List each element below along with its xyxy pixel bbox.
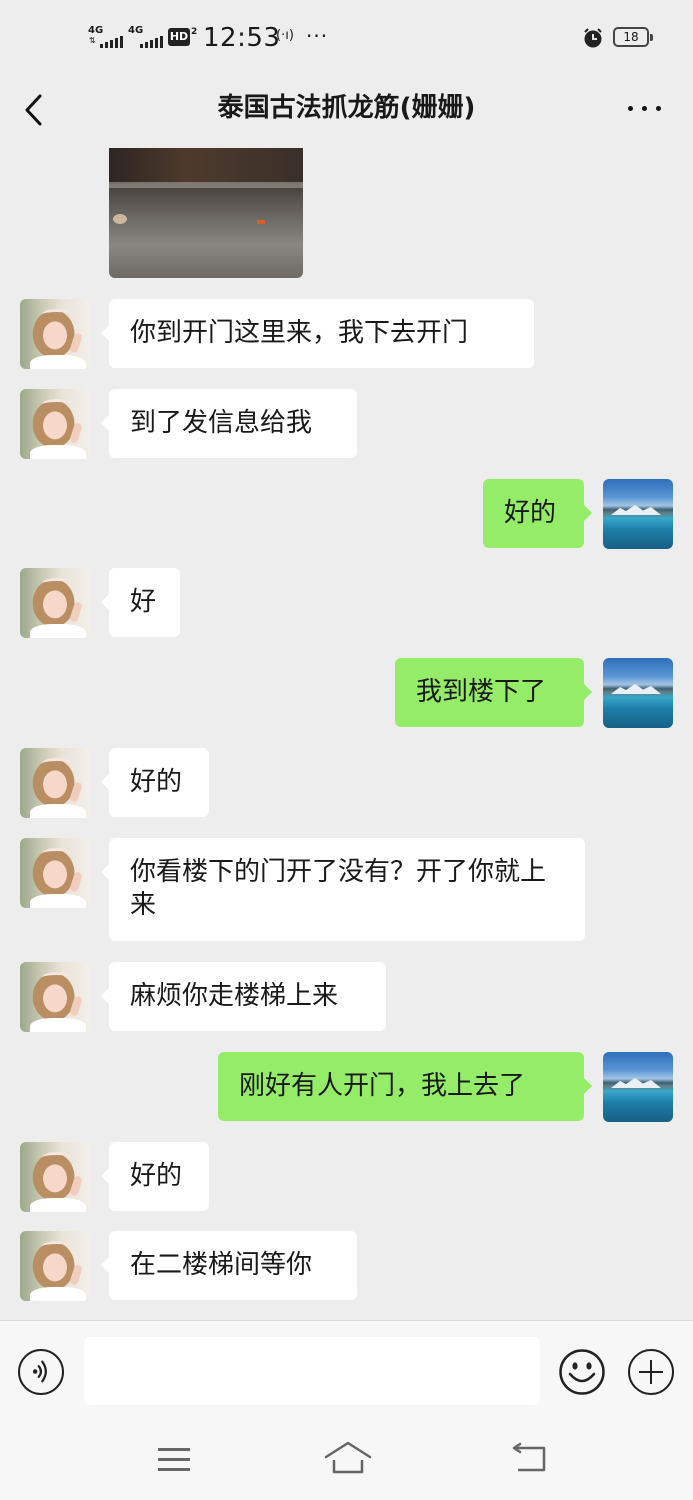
status-time: 12:53 bbox=[203, 23, 281, 53]
incoming-message-bubble[interactable]: 你看楼下的门开了没有？开了你就上来 bbox=[101, 838, 585, 941]
hd-voice-sub: 2 bbox=[191, 27, 198, 37]
wifi-hotspot-icon: (·ı) bbox=[276, 28, 294, 43]
system-nav-bar bbox=[0, 1420, 693, 1500]
message-text-input[interactable] bbox=[84, 1337, 540, 1405]
sim1-network-label: 4G bbox=[88, 25, 104, 36]
contact-avatar[interactable] bbox=[20, 299, 90, 369]
chat-header: 泰国古法抓龙筋(姗姗) bbox=[0, 76, 693, 148]
outgoing-message-bubble[interactable]: 刚好有人开门，我上去了 bbox=[218, 1052, 592, 1121]
sim2-network-label: 4G bbox=[128, 25, 144, 36]
incoming-message-bubble[interactable]: 好的 bbox=[101, 748, 209, 817]
contact-avatar[interactable] bbox=[20, 748, 90, 818]
my-avatar[interactable] bbox=[603, 658, 673, 728]
emoji-icon[interactable] bbox=[558, 1348, 606, 1396]
battery-icon: 18 bbox=[613, 27, 653, 47]
hd-voice-icon: HD bbox=[168, 28, 190, 46]
my-avatar[interactable] bbox=[603, 479, 673, 549]
contact-avatar[interactable] bbox=[20, 962, 90, 1032]
home-icon[interactable] bbox=[322, 1438, 374, 1478]
contact-avatar[interactable] bbox=[20, 838, 90, 908]
photo-message[interactable] bbox=[109, 148, 303, 278]
incoming-message-bubble[interactable]: 好的 bbox=[101, 1142, 209, 1211]
my-avatar[interactable] bbox=[603, 1052, 673, 1122]
more-options-icon[interactable] bbox=[622, 92, 666, 124]
incoming-message-bubble[interactable]: 你到开门这里来，我下去开门 bbox=[101, 299, 534, 368]
status-bar: 4G ⇅ 4G HD 2 12:53 (·ı) ··· 18 bbox=[0, 0, 693, 76]
message-list[interactable]: 你到开门这里来，我下去开门 到了发信息给我 好的 好 我到楼下了 好的 你看楼下… bbox=[0, 148, 693, 1320]
back-icon[interactable] bbox=[508, 1442, 550, 1476]
voice-input-icon[interactable] bbox=[18, 1349, 64, 1395]
menu-icon[interactable] bbox=[156, 1444, 192, 1474]
contact-avatar[interactable] bbox=[20, 1142, 90, 1212]
status-more-icon: ··· bbox=[306, 24, 329, 48]
contact-avatar[interactable] bbox=[20, 389, 90, 459]
incoming-message-bubble[interactable]: 到了发信息给我 bbox=[101, 389, 357, 458]
contact-avatar[interactable] bbox=[20, 568, 90, 638]
incoming-message-bubble[interactable]: 在二楼梯间等你 bbox=[101, 1231, 357, 1300]
message-input-bar bbox=[0, 1320, 693, 1421]
incoming-message-bubble[interactable]: 好 bbox=[101, 568, 180, 637]
chat-title: 泰国古法抓龙筋(姗姗) bbox=[217, 93, 476, 123]
incoming-message-bubble[interactable]: 麻烦你走楼梯上来 bbox=[101, 962, 386, 1031]
outgoing-message-bubble[interactable]: 好的 bbox=[483, 479, 592, 548]
alarm-clock-icon bbox=[584, 28, 602, 48]
outgoing-message-bubble[interactable]: 我到楼下了 bbox=[395, 658, 592, 727]
plus-icon[interactable] bbox=[628, 1349, 674, 1395]
contact-avatar[interactable] bbox=[20, 1231, 90, 1301]
